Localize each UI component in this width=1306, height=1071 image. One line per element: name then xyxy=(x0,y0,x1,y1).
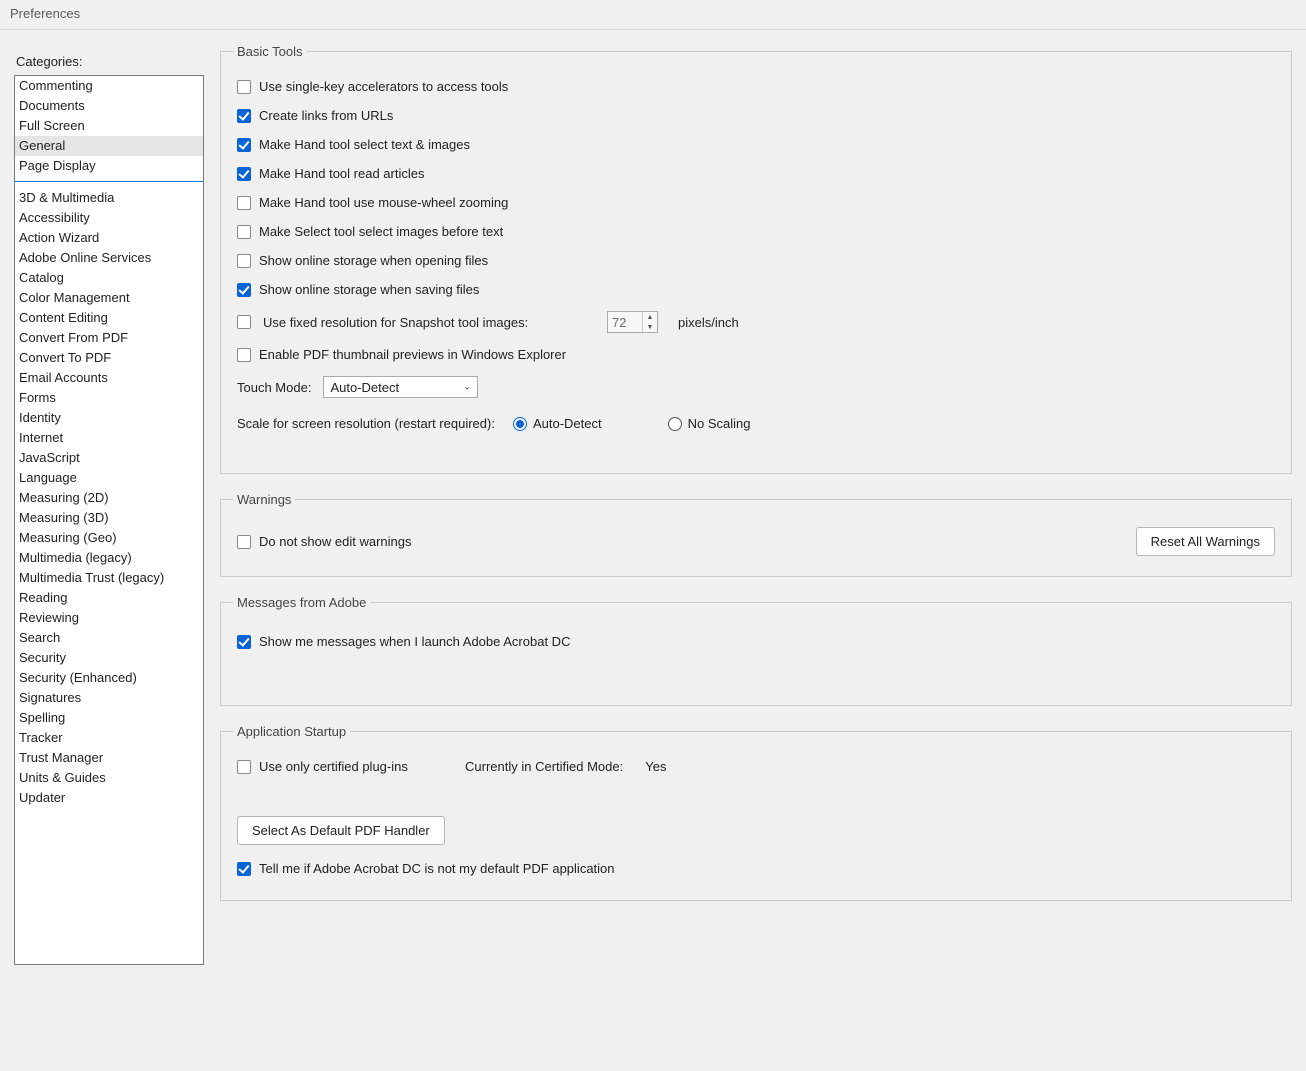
category-item[interactable]: Convert To PDF xyxy=(15,348,203,368)
certified-mode-value: Yes xyxy=(645,759,666,774)
category-item[interactable]: Email Accounts xyxy=(15,368,203,388)
certified-plugins-label: Use only certified plug-ins xyxy=(259,759,429,774)
thumbnail-preview-label: Enable PDF thumbnail previews in Windows… xyxy=(259,347,566,362)
hand-select-text-checkbox[interactable] xyxy=(237,138,251,152)
reset-warnings-button[interactable]: Reset All Warnings xyxy=(1136,527,1275,556)
scale-none-radio[interactable] xyxy=(668,417,682,431)
thumbnail-preview-checkbox[interactable] xyxy=(237,348,251,362)
spin-up-icon[interactable]: ▲ xyxy=(643,312,657,322)
category-item[interactable]: Measuring (3D) xyxy=(15,508,203,528)
category-item[interactable]: Measuring (Geo) xyxy=(15,528,203,548)
category-separator xyxy=(15,181,203,182)
category-item[interactable]: General xyxy=(15,136,203,156)
settings-panel: Basic Tools Use single-key accelerators … xyxy=(220,44,1292,965)
edit-warnings-checkbox[interactable] xyxy=(237,535,251,549)
dialog-body: Categories: CommentingDocumentsFull Scre… xyxy=(0,30,1306,979)
category-item[interactable]: Spelling xyxy=(15,708,203,728)
messages-legend: Messages from Adobe xyxy=(233,595,370,610)
hand-select-text-label: Make Hand tool select text & images xyxy=(259,137,470,152)
storage-open-label: Show online storage when opening files xyxy=(259,253,488,268)
category-item[interactable]: JavaScript xyxy=(15,448,203,468)
category-item[interactable]: Reviewing xyxy=(15,608,203,628)
category-item[interactable]: Units & Guides xyxy=(15,768,203,788)
hand-wheel-zoom-label: Make Hand tool use mouse-wheel zooming xyxy=(259,195,508,210)
category-item[interactable]: Measuring (2D) xyxy=(15,488,203,508)
select-images-first-label: Make Select tool select images before te… xyxy=(259,224,503,239)
category-item[interactable]: Content Editing xyxy=(15,308,203,328)
spin-down-icon[interactable]: ▼ xyxy=(643,322,657,332)
touch-mode-value: Auto-Detect xyxy=(330,380,399,395)
storage-save-label: Show online storage when saving files xyxy=(259,282,479,297)
fixed-resolution-spinbox[interactable]: ▲ ▼ xyxy=(607,311,658,333)
hand-wheel-zoom-checkbox[interactable] xyxy=(237,196,251,210)
hand-read-articles-checkbox[interactable] xyxy=(237,167,251,181)
chevron-down-icon: ⌄ xyxy=(463,382,471,393)
preferences-window: Preferences Categories: CommentingDocume… xyxy=(0,0,1306,979)
scale-none-label: No Scaling xyxy=(688,416,751,431)
category-item[interactable]: Reading xyxy=(15,588,203,608)
fixed-resolution-label: Use fixed resolution for Snapshot tool i… xyxy=(263,315,553,330)
messages-group: Messages from Adobe Show me messages whe… xyxy=(220,595,1292,706)
touch-mode-select[interactable]: Auto-Detect ⌄ xyxy=(323,376,478,398)
launch-messages-checkbox[interactable] xyxy=(237,635,251,649)
single-key-label: Use single-key accelerators to access to… xyxy=(259,79,508,94)
category-item[interactable]: Language xyxy=(15,468,203,488)
category-item[interactable]: Adobe Online Services xyxy=(15,248,203,268)
category-item[interactable]: Documents xyxy=(15,96,203,116)
select-images-first-checkbox[interactable] xyxy=(237,225,251,239)
basic-tools-group: Basic Tools Use single-key accelerators … xyxy=(220,44,1292,474)
category-item[interactable]: 3D & Multimedia xyxy=(15,188,203,208)
category-item[interactable]: Internet xyxy=(15,428,203,448)
category-item[interactable]: Multimedia Trust (legacy) xyxy=(15,568,203,588)
warnings-legend: Warnings xyxy=(233,492,295,507)
sidebar: Categories: CommentingDocumentsFull Scre… xyxy=(14,44,204,965)
category-item[interactable]: Signatures xyxy=(15,688,203,708)
tell-default-label: Tell me if Adobe Acrobat DC is not my de… xyxy=(259,861,615,876)
warnings-group: Warnings Do not show edit warnings Reset… xyxy=(220,492,1292,577)
storage-save-checkbox[interactable] xyxy=(237,283,251,297)
certified-mode-label: Currently in Certified Mode: xyxy=(465,759,623,774)
certified-plugins-checkbox[interactable] xyxy=(237,760,251,774)
category-item[interactable]: Action Wizard xyxy=(15,228,203,248)
fixed-resolution-checkbox[interactable] xyxy=(237,315,251,329)
create-links-checkbox[interactable] xyxy=(237,109,251,123)
hand-read-articles-label: Make Hand tool read articles xyxy=(259,166,424,181)
window-title: Preferences xyxy=(0,0,1306,30)
category-item[interactable]: Convert From PDF xyxy=(15,328,203,348)
scale-auto-label: Auto-Detect xyxy=(533,416,602,431)
category-item[interactable]: Full Screen xyxy=(15,116,203,136)
category-item[interactable]: Page Display xyxy=(15,156,203,176)
fixed-resolution-input[interactable] xyxy=(608,312,642,332)
category-item[interactable]: Tracker xyxy=(15,728,203,748)
single-key-checkbox[interactable] xyxy=(237,80,251,94)
startup-legend: Application Startup xyxy=(233,724,350,739)
categories-listbox[interactable]: CommentingDocumentsFull ScreenGeneralPag… xyxy=(14,75,204,965)
default-pdf-handler-button[interactable]: Select As Default PDF Handler xyxy=(237,816,445,845)
category-item[interactable]: Commenting xyxy=(15,76,203,96)
category-item[interactable]: Search xyxy=(15,628,203,648)
category-item[interactable]: Accessibility xyxy=(15,208,203,228)
category-item[interactable]: Identity xyxy=(15,408,203,428)
scale-auto-radio[interactable] xyxy=(513,417,527,431)
category-item[interactable]: Trust Manager xyxy=(15,748,203,768)
category-item[interactable]: Updater xyxy=(15,788,203,808)
storage-open-checkbox[interactable] xyxy=(237,254,251,268)
basic-tools-legend: Basic Tools xyxy=(233,44,307,59)
fixed-resolution-unit: pixels/inch xyxy=(678,315,739,330)
categories-label: Categories: xyxy=(16,54,204,69)
tell-default-checkbox[interactable] xyxy=(237,862,251,876)
category-item[interactable]: Color Management xyxy=(15,288,203,308)
category-item[interactable]: Security (Enhanced) xyxy=(15,668,203,688)
launch-messages-label: Show me messages when I launch Adobe Acr… xyxy=(259,634,570,649)
create-links-label: Create links from URLs xyxy=(259,108,393,123)
touch-mode-label: Touch Mode: xyxy=(237,380,311,395)
startup-group: Application Startup Use only certified p… xyxy=(220,724,1292,901)
edit-warnings-label: Do not show edit warnings xyxy=(259,534,411,549)
category-item[interactable]: Forms xyxy=(15,388,203,408)
category-item[interactable]: Multimedia (legacy) xyxy=(15,548,203,568)
category-item[interactable]: Security xyxy=(15,648,203,668)
scale-label: Scale for screen resolution (restart req… xyxy=(237,416,495,431)
category-item[interactable]: Catalog xyxy=(15,268,203,288)
